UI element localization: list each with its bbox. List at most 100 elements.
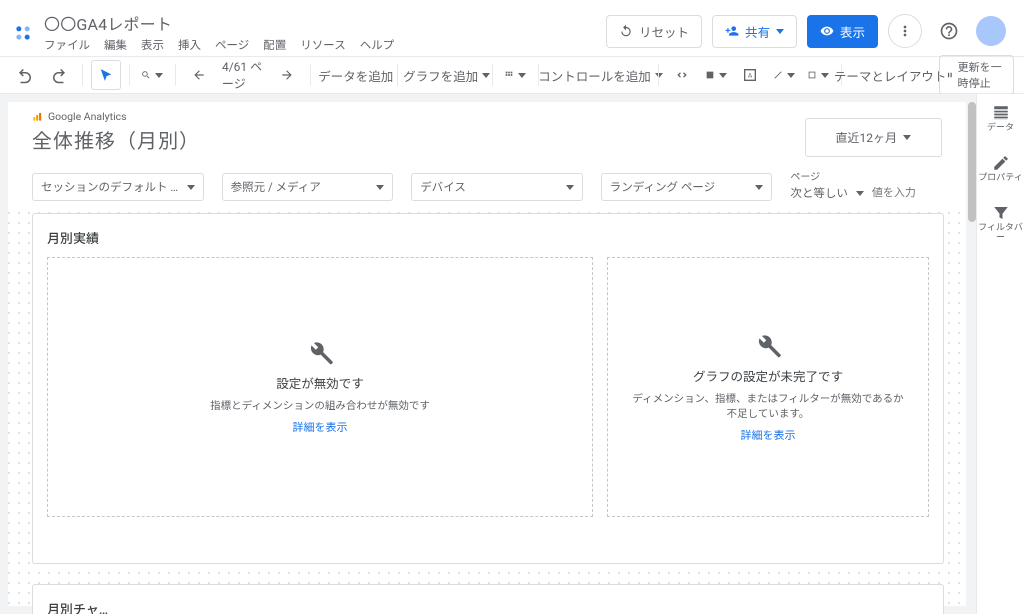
control-session-default[interactable]: セッションのデフォルト … (32, 173, 204, 201)
person-add-icon (725, 24, 739, 38)
zoom-tool[interactable] (137, 60, 167, 90)
date-range-control[interactable]: 直近12ヶ月 (805, 118, 943, 157)
chevron-down-icon (856, 191, 864, 196)
view-button[interactable]: 表示 (807, 15, 878, 48)
date-range-label: 直近12ヶ月 (836, 129, 898, 146)
rail-data[interactable]: データ (977, 94, 1024, 144)
shape-button[interactable] (803, 60, 833, 90)
details-link[interactable]: 詳細を表示 (741, 427, 796, 443)
menu-resource[interactable]: リソース (300, 37, 345, 53)
menu-arrange[interactable]: 配置 (263, 37, 286, 53)
image-button[interactable] (701, 60, 731, 90)
chevron-down-icon (719, 73, 727, 78)
chevron-down-icon (518, 73, 526, 78)
help-button[interactable] (932, 14, 966, 48)
canvas-scrollbar[interactable] (966, 94, 976, 614)
line-button[interactable] (769, 60, 799, 90)
canvas-grid: Google Analytics 全体推移（月別） 直近12ヶ月 セッションのデ… (8, 102, 968, 606)
rail-properties[interactable]: プロパティ (977, 144, 1024, 194)
section-title: 月別実績 (47, 228, 929, 247)
undo-icon (16, 66, 34, 84)
text-button[interactable]: A (735, 60, 765, 90)
details-link[interactable]: 詳細を表示 (293, 419, 348, 435)
text-icon: A (742, 67, 758, 83)
undo-icon (619, 24, 633, 38)
zoom-icon (141, 67, 151, 83)
page-filter-input[interactable] (872, 187, 932, 199)
prev-page-button[interactable] (184, 60, 214, 90)
section-monthly-results: 月別実績 設定が無効です 指標とディメンションの組み合わせが無効です 詳細を表示 (32, 213, 944, 564)
menu-insert[interactable]: 挿入 (178, 37, 201, 53)
undo-button[interactable] (10, 60, 40, 90)
rail-data-label: データ (987, 124, 1014, 134)
control-label: デバイス (420, 179, 466, 195)
placeholder-sub: ディメンション、指標、またはフィルターが無効であるか不足しています。 (628, 391, 908, 421)
title-area: 〇〇GA4レポート ファイル 編集 表示 挿入 ページ 配置 リソース ヘルプ (42, 9, 606, 53)
control-landing-page[interactable]: ランディング ページ (601, 173, 773, 201)
pause-updates-button[interactable]: 更新を一時停止 (939, 55, 1014, 95)
menu-edit[interactable]: 編集 (104, 37, 127, 53)
funnel-icon (992, 204, 1010, 222)
report-page: Google Analytics 全体推移（月別） 直近12ヶ月 セッションのデ… (8, 102, 968, 614)
header-actions: リセット 共有 表示 (606, 14, 1006, 48)
chevron-down-icon (755, 185, 763, 190)
redo-button[interactable] (44, 60, 74, 90)
reset-label: リセット (639, 22, 689, 41)
chevron-down-icon (376, 185, 384, 190)
menu-bar: ファイル 編集 表示 挿入 ページ 配置 リソース ヘルプ (42, 37, 606, 53)
reset-button[interactable]: リセット (606, 15, 702, 48)
add-chart-button[interactable]: グラフを追加 (406, 60, 484, 90)
chevron-down-icon (903, 135, 911, 140)
share-button[interactable]: 共有 (712, 15, 797, 48)
doc-title[interactable]: 〇〇GA4レポート (42, 9, 606, 37)
chart-placeholder-right[interactable]: グラフの設定が未完了です ディメンション、指標、またはフィルターが無効であるか不… (607, 257, 929, 517)
ga-label-text: Google Analytics (48, 110, 127, 123)
control-device[interactable]: デバイス (411, 173, 583, 201)
menu-view[interactable]: 表示 (141, 37, 164, 53)
control-source-medium[interactable]: 参照元 / メディア (222, 173, 394, 201)
share-label: 共有 (745, 22, 770, 41)
menu-help[interactable]: ヘルプ (360, 37, 395, 53)
section-title: 月別チャ… (47, 599, 929, 614)
add-data-button[interactable]: データを追加 (319, 60, 389, 90)
placeholder-title: 設定が無効です (276, 373, 364, 392)
add-control-button[interactable]: コントロールを追加 (547, 60, 650, 90)
help-icon (939, 21, 959, 41)
add-control-label: コントロールを追加 (538, 66, 651, 85)
url-embed-button[interactable] (667, 60, 697, 90)
square-icon (807, 67, 817, 83)
chart-placeholder-left[interactable]: 設定が無効です 指標とディメンションの組み合わせが無効です 詳細を表示 (47, 257, 593, 517)
theme-layout-button[interactable]: テーマとレイアウト (849, 60, 931, 90)
account-avatar[interactable] (976, 16, 1006, 46)
toolbar: 4/61 ページ データを追加 グラフを追加 コントロールを追加 A テーマとレ… (0, 56, 1024, 94)
placeholder-title: グラフの設定が未完了です (693, 366, 843, 385)
charts-area: 月別実績 設定が無効です 指標とディメンションの組み合わせが無効です 詳細を表示 (8, 205, 968, 614)
chevron-down-icon (821, 73, 829, 78)
community-viz-button[interactable] (500, 60, 530, 90)
menu-file[interactable]: ファイル (44, 37, 90, 53)
chevron-down-icon (787, 73, 795, 78)
more-options-button[interactable] (888, 14, 922, 48)
canvas-viewport[interactable]: Google Analytics 全体推移（月別） 直近12ヶ月 セッションのデ… (0, 94, 976, 614)
chevron-down-icon (155, 73, 163, 78)
control-page-filter[interactable]: ページ 次と等しい (790, 168, 944, 201)
control-label: 参照元 / メディア (231, 179, 321, 195)
menu-page[interactable]: ページ (215, 37, 249, 53)
page-filter-label: ページ (790, 168, 820, 183)
code-icon (674, 67, 690, 83)
select-tool[interactable] (91, 60, 121, 90)
control-label: セッションのデフォルト … (41, 179, 178, 195)
more-vert-icon (897, 23, 913, 39)
placeholder-sub: 指標とディメンションの組み合わせが無効です (210, 398, 430, 413)
pencil-icon (992, 154, 1010, 172)
rail-properties-label: プロパティ (978, 174, 1022, 184)
table-icon (992, 104, 1010, 122)
scrollbar-thumb[interactable] (968, 102, 976, 222)
cursor-icon (99, 68, 113, 82)
next-page-button[interactable] (272, 60, 302, 90)
apps-icon (504, 67, 514, 83)
rail-filterbar[interactable]: フィルタバー (977, 194, 1024, 254)
wrench-icon (306, 339, 334, 367)
pause-icon (946, 69, 954, 81)
pause-updates-label: 更新を一時停止 (958, 59, 1007, 91)
